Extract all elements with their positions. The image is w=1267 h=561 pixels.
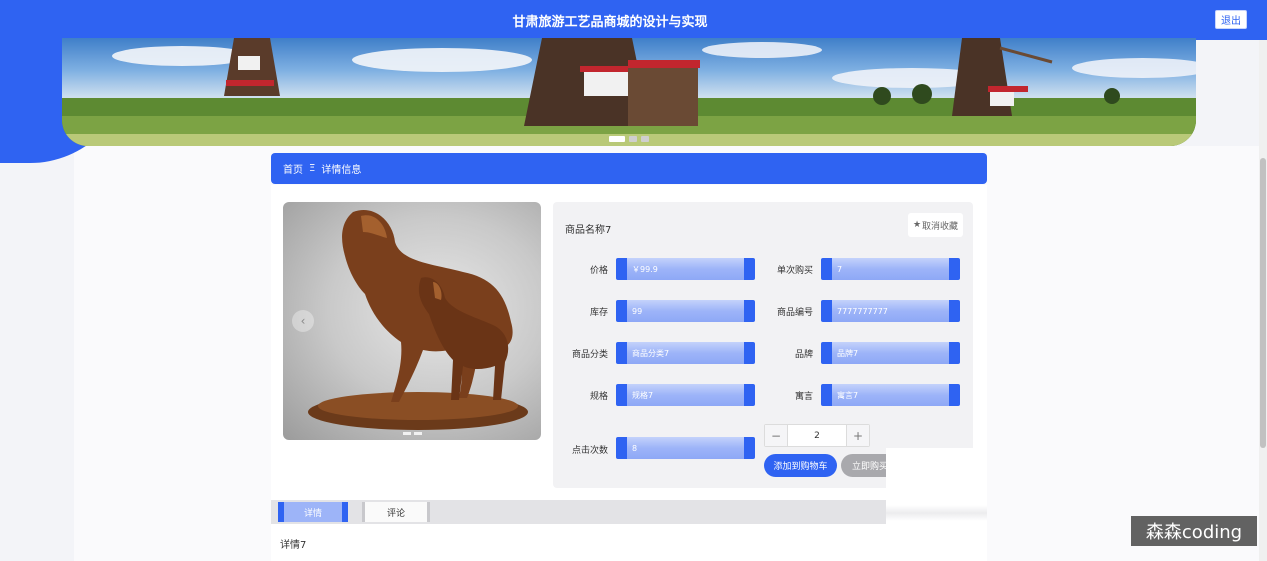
carousel-dot[interactable]: [641, 136, 649, 142]
unfavorite-label: 取消收藏: [922, 221, 959, 232]
quantity-value[interactable]: 2: [788, 425, 846, 446]
spec-label: 规格: [589, 392, 608, 402]
site-title: 甘肃旅游工艺品商城的设计与实现: [512, 15, 708, 30]
plus-icon[interactable]: +: [846, 425, 869, 446]
overlay-shadow: [886, 505, 987, 521]
detail-content: 详情7: [280, 540, 307, 551]
carousel-dot[interactable]: [609, 136, 625, 142]
breadcrumb: 首页 Ξ 详情信息: [271, 153, 987, 184]
product-image-carousel[interactable]: ‹: [283, 202, 541, 440]
product-code-label: 商品编号: [776, 308, 813, 318]
logout-button[interactable]: 退出: [1215, 10, 1247, 29]
stock-label: 库存: [589, 308, 608, 318]
carousel-dot[interactable]: [629, 136, 637, 142]
allegory-field: 寓言7: [821, 384, 960, 406]
brand-label: 品牌: [794, 350, 813, 360]
spec-field: 规格7: [616, 384, 755, 406]
scrollbar-thumb[interactable]: [1260, 158, 1266, 448]
image-indicators: [403, 432, 422, 435]
quantity-stepper[interactable]: − 2 +: [764, 424, 870, 447]
carousel-indicators: [609, 136, 649, 142]
brand-field: 品牌7: [821, 342, 960, 364]
product-code-field: 7777777777: [821, 300, 960, 322]
category-label: 商品分类: [571, 350, 608, 360]
add-to-cart-button[interactable]: 添加到购物车: [764, 454, 837, 477]
tab-detail[interactable]: 详情: [278, 502, 348, 522]
tab-comment[interactable]: 评论: [362, 502, 430, 522]
stock-field: 99: [616, 300, 755, 322]
price-label: 价格: [589, 266, 608, 276]
watermark: 森森coding: [1131, 516, 1257, 546]
breadcrumb-separator: Ξ: [309, 163, 316, 174]
minus-icon[interactable]: −: [765, 425, 788, 446]
top-header: 甘肃旅游工艺品商城的设计与实现 退出: [0, 0, 1267, 40]
breadcrumb-current: 详情信息: [321, 165, 362, 176]
product-image: [308, 210, 528, 430]
clicks-field: 8: [616, 437, 755, 459]
clicks-label: 点击次数: [571, 446, 608, 456]
prev-arrow-icon[interactable]: ‹: [292, 310, 314, 332]
single-purchase-field: 7: [821, 258, 960, 280]
price-field: ￥99.9: [616, 258, 755, 280]
product-name: 商品名称7: [565, 225, 612, 236]
star-icon: ★: [912, 220, 922, 230]
breadcrumb-home[interactable]: 首页: [283, 161, 303, 176]
single-purchase-label: 单次购买: [776, 266, 813, 276]
banner-image: [62, 38, 1196, 146]
unfavorite-button[interactable]: ★ 取消收藏: [908, 213, 963, 237]
allegory-label: 寓言: [794, 392, 813, 402]
category-field: 商品分类7: [616, 342, 755, 364]
banner-carousel[interactable]: [62, 38, 1196, 146]
